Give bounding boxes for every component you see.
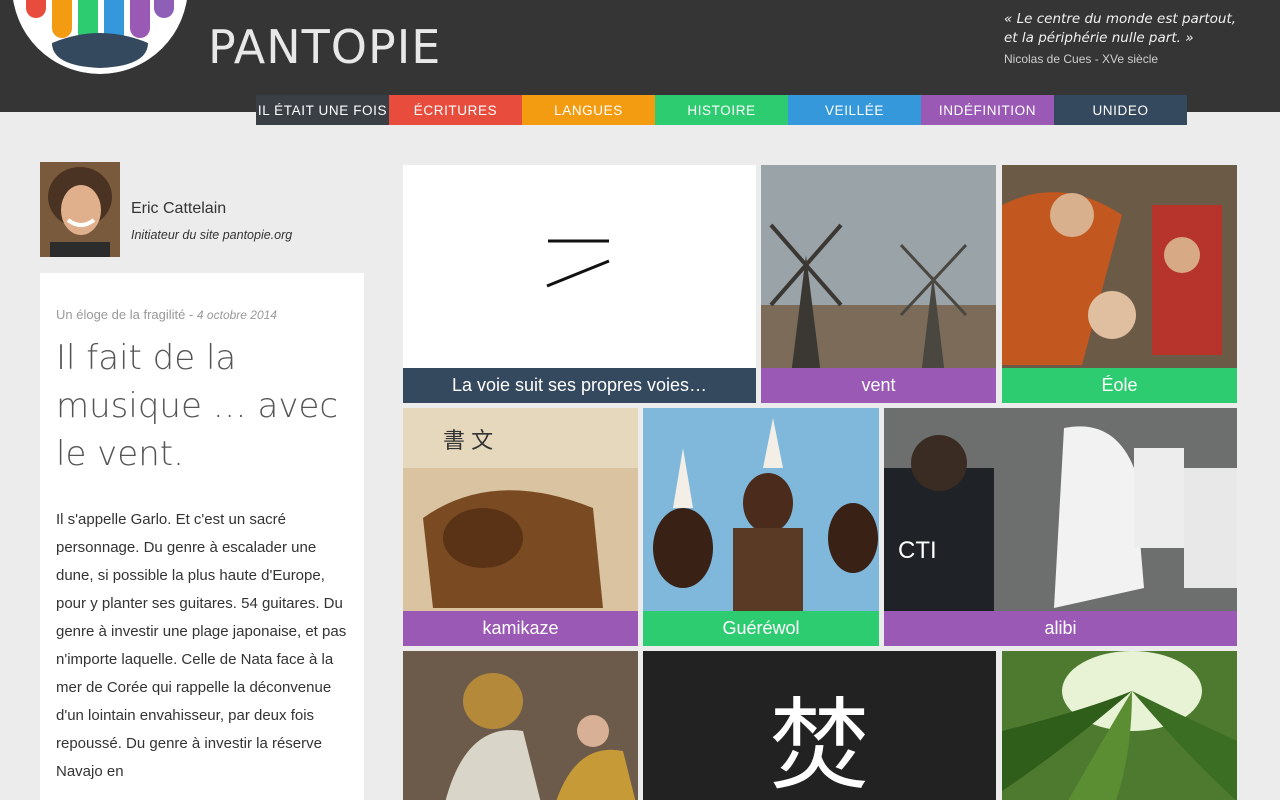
- tile-caption: kamikaze: [403, 611, 638, 646]
- quote-line-1: « Le centre du monde est partout,: [1004, 11, 1237, 27]
- nav-item-unideo[interactable]: UNIDEO: [1054, 95, 1187, 125]
- article-card: Un éloge de la fragilité - 4 octobre 201…: [40, 273, 364, 800]
- article-body: Il s'appelle Garlo. Et c'est un sacré pe…: [56, 511, 347, 780]
- nav-item-langues[interactable]: LANGUES: [522, 95, 655, 125]
- tile-kamikaze[interactable]: 書 文 kamikaze: [403, 408, 638, 646]
- tile-caption: La voie suit ses propres voies…: [403, 368, 756, 403]
- nav-item-ecritures[interactable]: ÉCRITURES: [389, 95, 522, 125]
- author-avatar[interactable]: [40, 162, 120, 257]
- tile-fen[interactable]: 焚: [643, 651, 996, 800]
- tile-eole[interactable]: Éole: [1002, 165, 1237, 403]
- tile-alibi[interactable]: CTI alibi: [884, 408, 1237, 646]
- site-title[interactable]: PANTOPIE: [208, 20, 441, 74]
- tile-caption: vent: [761, 368, 996, 403]
- author-role: Initiateur du site pantopie.org: [131, 228, 293, 242]
- author-name[interactable]: Eric Cattelain: [131, 200, 226, 218]
- tile-athena[interactable]: [403, 651, 638, 800]
- article-title[interactable]: Il fait de la musique … avec le vent.: [56, 334, 348, 478]
- article-series[interactable]: Un éloge de la fragilité: [56, 307, 185, 322]
- nav-item-veillee[interactable]: VEILLÉE: [788, 95, 921, 125]
- site-logo[interactable]: [12, 0, 188, 74]
- nav-item-indefinition[interactable]: INDÉFINITION: [921, 95, 1054, 125]
- svg-text:書 文: 書 文: [443, 428, 493, 453]
- main-nav: IL ÉTAIT UNE FOIS ÉCRITURES LANGUES HIST…: [256, 95, 1187, 125]
- tile-caption: Éole: [1002, 368, 1237, 403]
- svg-text:CTI: CTI: [898, 537, 937, 564]
- kanji-glyph: 焚: [769, 687, 870, 800]
- quote-author: Nicolas de Cues - XVe siècle: [1004, 52, 1159, 66]
- palm-photo: [1002, 651, 1237, 800]
- meta-separator: -: [185, 307, 197, 322]
- nav-item-il-etait-une-fois[interactable]: IL ÉTAIT UNE FOIS: [256, 95, 389, 125]
- tile-la-voie[interactable]: La voie suit ses propres voies…: [403, 165, 756, 403]
- quote-line-2: et la périphérie nulle part. »: [1004, 30, 1194, 46]
- nav-item-histoire[interactable]: HISTOIRE: [655, 95, 788, 125]
- article-meta: Un éloge de la fragilité - 4 octobre 201…: [56, 307, 348, 322]
- article-date: 4 octobre 2014: [196, 308, 277, 322]
- tile-vent[interactable]: vent: [761, 165, 996, 403]
- tile-caption: alibi: [884, 611, 1237, 646]
- header-quote: « Le centre du monde est partout, et la …: [1004, 10, 1244, 66]
- tile-caption: Guéréwol: [643, 611, 879, 646]
- tile-palm[interactable]: [1002, 651, 1237, 800]
- athena-painting: [403, 651, 638, 800]
- tile-guerewol[interactable]: Guéréwol: [643, 408, 879, 646]
